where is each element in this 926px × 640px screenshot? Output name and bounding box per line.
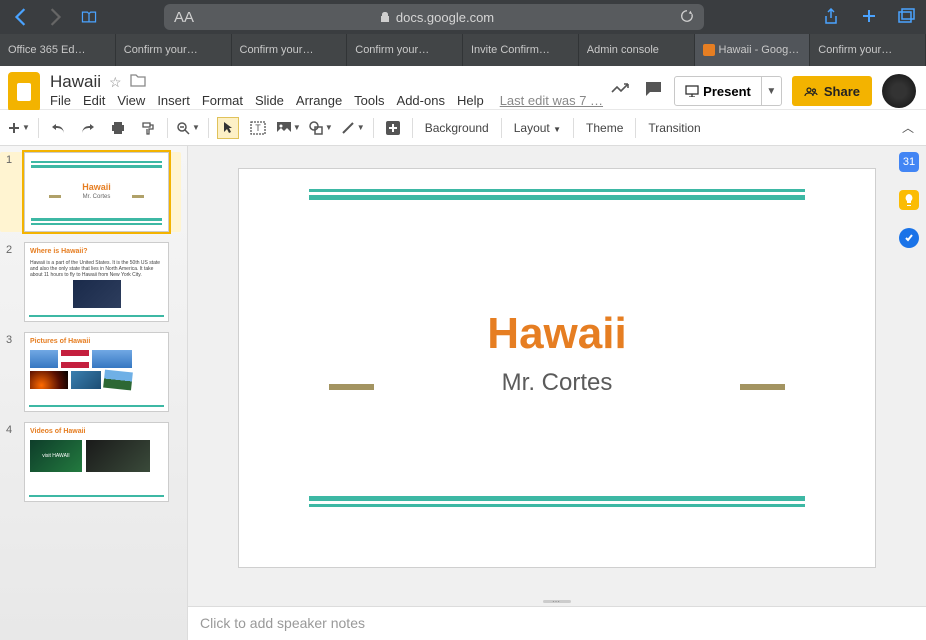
thumb-row: 4 Videos of Hawaii visit HAWAII (6, 422, 181, 502)
back-button[interactable] (8, 4, 34, 30)
slides-favicon (703, 44, 715, 56)
tabs-icon[interactable] (896, 8, 918, 26)
print-icon[interactable] (107, 117, 129, 139)
decorative-line-bottom (309, 496, 805, 507)
thumb-number: 2 (6, 242, 18, 322)
decorative-line-top (309, 189, 805, 200)
shape-tool[interactable]: ▼ (309, 117, 333, 139)
move-folder-icon[interactable] (130, 73, 146, 92)
last-edit-link[interactable]: Last edit was 7 … (500, 93, 603, 108)
theme-button[interactable]: Theme (582, 121, 627, 135)
layout-button[interactable]: Layout ▼ (510, 121, 565, 135)
slide-subtitle[interactable]: Mr. Cortes (239, 369, 875, 397)
thumb-number: 4 (6, 422, 18, 502)
paint-format-icon[interactable] (137, 117, 159, 139)
menu-format[interactable]: Format (202, 93, 243, 108)
share-person-icon (804, 85, 818, 97)
accent-bar (329, 384, 374, 390)
menu-help[interactable]: Help (457, 93, 484, 108)
slide-thumbnail-1[interactable]: HawaiiMr. Cortes (24, 152, 169, 232)
menu-view[interactable]: View (117, 93, 145, 108)
slides-logo-icon[interactable] (8, 72, 40, 112)
share-icon[interactable] (820, 8, 842, 26)
zoom-icon[interactable]: ▼ (176, 117, 200, 139)
browser-tab[interactable]: Invite Confirm… (463, 34, 579, 66)
browser-tab[interactable]: Admin console (579, 34, 695, 66)
canvas-area: Hawaii Mr. Cortes ⋯ Click to add speaker… (188, 146, 926, 640)
menu-addons[interactable]: Add-ons (397, 93, 445, 108)
accent-bar (740, 384, 785, 390)
work-area: 1 HawaiiMr. Cortes 2 Where is Hawaii? Ha… (0, 146, 926, 640)
thumb-row: 2 Where is Hawaii? Hawaii is a part of t… (6, 242, 181, 322)
calendar-sidepanel-icon[interactable]: 31 (899, 152, 919, 172)
present-dropdown[interactable]: ▼ (761, 77, 781, 105)
menu-insert[interactable]: Insert (157, 93, 190, 108)
star-icon[interactable]: ☆ (109, 74, 122, 91)
hide-menus-chevron-icon[interactable]: ︿ (902, 119, 914, 136)
undo-icon[interactable] (47, 117, 69, 139)
tab-strip: Office 365 Ed… Confirm your… Confirm you… (0, 34, 926, 66)
select-tool[interactable] (217, 117, 239, 139)
keep-sidepanel-icon[interactable] (899, 190, 919, 210)
speaker-notes[interactable]: Click to add speaker notes (188, 606, 926, 640)
browser-right-tools (820, 8, 918, 26)
forward-button[interactable] (42, 4, 68, 30)
menu-edit[interactable]: Edit (83, 93, 105, 108)
slide-title[interactable]: Hawaii (239, 309, 875, 359)
thumb-row: 1 HawaiiMr. Cortes (0, 152, 181, 232)
browser-tab-active[interactable]: Hawaii - Goog… (695, 34, 811, 66)
share-button[interactable]: Share (792, 76, 872, 106)
background-button[interactable]: Background (421, 121, 493, 135)
menu-arrange[interactable]: Arrange (296, 93, 342, 108)
browser-tab[interactable]: Confirm your… (232, 34, 348, 66)
lock-icon (380, 11, 390, 23)
browser-tab[interactable]: Confirm your… (347, 34, 463, 66)
present-button[interactable]: Present (675, 84, 761, 99)
add-comment-icon[interactable] (382, 117, 404, 139)
toolbar: ▼ ▼ T ▼ ▼ ▼ Background Layout ▼ Theme Tr… (0, 110, 926, 146)
menu-slide[interactable]: Slide (255, 93, 284, 108)
side-panel: 31 (892, 148, 926, 248)
line-tool[interactable]: ▼ (341, 117, 365, 139)
menu-tools[interactable]: Tools (354, 93, 384, 108)
image-tool[interactable]: ▼ (277, 117, 301, 139)
browser-toolbar: AA docs.google.com (0, 0, 926, 34)
account-avatar[interactable] (882, 74, 916, 108)
thumb-number: 3 (6, 332, 18, 412)
filmstrip[interactable]: 1 HawaiiMr. Cortes 2 Where is Hawaii? Ha… (0, 146, 188, 640)
reader-mode-icon[interactable]: AA (174, 9, 194, 26)
browser-tab[interactable]: Office 365 Ed… (0, 34, 116, 66)
svg-text:T: T (255, 123, 261, 133)
browser-tab[interactable]: Confirm your… (116, 34, 232, 66)
redo-icon[interactable] (77, 117, 99, 139)
slide-thumbnail-4[interactable]: Videos of Hawaii visit HAWAII (24, 422, 169, 502)
slide-thumbnail-2[interactable]: Where is Hawaii? Hawaii is a part of the… (24, 242, 169, 322)
refresh-icon[interactable] (680, 9, 694, 26)
transition-button[interactable]: Transition (644, 121, 704, 135)
address-bar[interactable]: AA docs.google.com (164, 4, 704, 30)
activity-icon[interactable] (610, 82, 632, 101)
present-button-group: Present ▼ (674, 76, 782, 106)
doc-title[interactable]: Hawaii (50, 72, 101, 92)
tasks-sidepanel-icon[interactable] (899, 228, 919, 248)
present-icon (685, 85, 699, 97)
new-slide-button[interactable]: ▼ (8, 117, 30, 139)
new-tab-icon[interactable] (858, 8, 880, 26)
thumb-row: 3 Pictures of Hawaii (6, 332, 181, 412)
slide-stage[interactable]: Hawaii Mr. Cortes (188, 146, 926, 596)
slide-thumbnail-3[interactable]: Pictures of Hawaii (24, 332, 169, 412)
menu-bar: File Edit View Insert Format Slide Arran… (50, 93, 603, 108)
bookmarks-icon[interactable] (76, 9, 102, 25)
slide-canvas[interactable]: Hawaii Mr. Cortes (238, 168, 876, 568)
comments-icon[interactable] (642, 81, 664, 102)
menu-file[interactable]: File (50, 93, 71, 108)
browser-tab[interactable]: Confirm your… (810, 34, 926, 66)
thumb-number: 1 (6, 152, 18, 232)
app-header: Hawaii ☆ File Edit View Insert Format Sl… (0, 66, 926, 110)
notes-resize-handle[interactable]: ⋯ (188, 596, 926, 606)
url-host: docs.google.com (396, 10, 494, 25)
textbox-tool[interactable]: T (247, 117, 269, 139)
